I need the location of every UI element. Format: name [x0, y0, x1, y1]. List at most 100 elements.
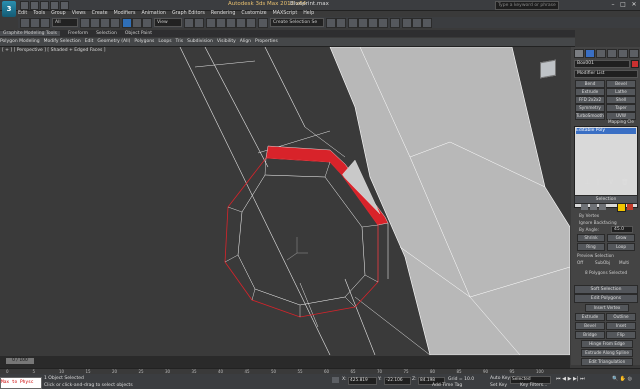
- modifier-extrude-button[interactable]: Extrude: [575, 88, 605, 96]
- close-button[interactable]: ✕: [629, 0, 639, 9]
- extrude-button[interactable]: Extrude: [575, 313, 605, 321]
- rectangular-selection-icon[interactable]: [100, 18, 110, 28]
- utilities-tab-icon[interactable]: [629, 49, 639, 58]
- key-filters-button[interactable]: Key Filters...: [520, 383, 547, 388]
- open-file-icon[interactable]: [30, 1, 39, 10]
- polygon-mode-icon[interactable]: [617, 203, 626, 212]
- menu-animation[interactable]: Animation: [141, 11, 165, 16]
- menu-help[interactable]: Help: [303, 11, 314, 16]
- motion-tab-icon[interactable]: [607, 49, 617, 58]
- redo-icon[interactable]: [60, 1, 69, 10]
- ribbon-tab-freeform[interactable]: Freeform: [68, 31, 88, 36]
- ribbon-panel-polygons[interactable]: Polygons: [134, 39, 154, 44]
- ribbon-panel-geometry-all-[interactable]: Geometry (All): [97, 39, 130, 44]
- ribbon-tab-graphite-modeling-tools[interactable]: Graphite Modeling Tools: [0, 31, 61, 36]
- modifier-uvw-button[interactable]: UVW Mapping Cle: [606, 112, 636, 124]
- graphite-toggle-icon[interactable]: [358, 18, 368, 28]
- select-object-icon[interactable]: [80, 18, 90, 28]
- menu-customize[interactable]: Customize: [241, 11, 266, 16]
- selection-filter-dropdown[interactable]: All: [52, 18, 78, 27]
- create-tab-icon[interactable]: [574, 49, 584, 58]
- menu-graph-editors[interactable]: Graph Editors: [172, 11, 205, 16]
- make-unique-icon[interactable]: ∀: [609, 179, 613, 186]
- select-scale-icon[interactable]: [142, 18, 152, 28]
- percent-snap-icon[interactable]: [236, 18, 246, 28]
- menu-group[interactable]: Group: [51, 11, 66, 16]
- edit-named-selection-icon[interactable]: [258, 18, 268, 28]
- ribbon-panel-polygon-modeling[interactable]: Polygon Modeling: [0, 39, 40, 44]
- previous-frame-icon[interactable]: ◀: [562, 376, 566, 382]
- unlink-icon[interactable]: [40, 18, 50, 28]
- modify-tab-icon[interactable]: [585, 49, 595, 58]
- rendered-frame-icon[interactable]: [412, 18, 422, 28]
- modifier-bevel-button[interactable]: Bevel: [606, 80, 636, 88]
- element-mode-icon[interactable]: [627, 204, 633, 210]
- window-crossing-icon[interactable]: [110, 18, 120, 28]
- ribbon-panel-tris[interactable]: Tris: [176, 39, 184, 44]
- menu-create[interactable]: Create: [92, 11, 108, 16]
- select-rotate-icon[interactable]: [132, 18, 142, 28]
- new-file-icon[interactable]: [20, 1, 29, 10]
- vertex-mode-icon[interactable]: [581, 204, 588, 210]
- app-logo-icon[interactable]: 3: [2, 1, 16, 17]
- layer-manager-icon[interactable]: [348, 18, 358, 28]
- mirror-icon[interactable]: [326, 18, 336, 28]
- select-by-name-icon[interactable]: [90, 18, 100, 28]
- add-time-tag[interactable]: Add Time Tag: [432, 383, 462, 388]
- ribbon-panel-loops[interactable]: Loops: [158, 39, 171, 44]
- menu-views[interactable]: Views: [72, 11, 86, 16]
- ribbon-panel-properties[interactable]: Properties: [255, 39, 278, 44]
- modifier-bend-button[interactable]: Bend: [575, 80, 605, 88]
- render-setup-icon[interactable]: [402, 18, 412, 28]
- modifier-lathe-button[interactable]: Lathe: [606, 88, 636, 96]
- lock-selection-icon[interactable]: [332, 377, 339, 383]
- ribbon-panel-visibility[interactable]: Visibility: [217, 39, 236, 44]
- edge-mode-icon[interactable]: [590, 204, 597, 210]
- minimize-button[interactable]: –: [608, 0, 618, 9]
- search-input[interactable]: Type a keyword or phrase: [495, 1, 559, 10]
- menu-maxscript[interactable]: MAXScript: [273, 11, 298, 16]
- modifier-turbosmooth-button[interactable]: TurboSmooth: [575, 112, 605, 120]
- ribbon-tab-object-paint[interactable]: Object Paint: [125, 31, 152, 36]
- object-color-swatch[interactable]: [631, 60, 639, 68]
- hierarchy-tab-icon[interactable]: [596, 49, 606, 58]
- link-icon[interactable]: [30, 18, 40, 28]
- select-move-icon[interactable]: [122, 18, 132, 28]
- viewcube-icon[interactable]: [540, 59, 556, 79]
- shrink-button[interactable]: Shrink: [577, 234, 605, 242]
- ribbon-panel-modify-selection[interactable]: Modify Selection: [44, 39, 81, 44]
- edit-polygons-rollout-header[interactable]: Edit Polygons: [574, 294, 638, 303]
- grow-button[interactable]: Grow: [607, 234, 635, 242]
- inset-button[interactable]: Inset: [606, 322, 636, 330]
- reference-coordinate-dropdown[interactable]: View: [154, 18, 182, 27]
- object-name-field[interactable]: Box001: [574, 60, 630, 68]
- save-file-icon[interactable]: [40, 1, 49, 10]
- modifier-shell-button[interactable]: Shell: [606, 96, 636, 104]
- angle-snap-icon[interactable]: [226, 18, 236, 28]
- by-angle-checkbox[interactable]: By Angle:: [579, 227, 599, 232]
- insert-vertex-button[interactable]: Insert Vertex: [585, 304, 629, 312]
- ignore-backfacing-checkbox[interactable]: Ignore Backfacing: [579, 220, 617, 225]
- viewport-label[interactable]: [ + ] [ Perspective ] [ Shaded + Edged F…: [2, 48, 106, 53]
- extrude-along-spline-button[interactable]: Extrude Along Spline: [581, 349, 633, 357]
- x-coordinate-field[interactable]: 425.819: [348, 377, 377, 385]
- named-selection-dropdown[interactable]: Create Selection Se: [270, 18, 324, 27]
- zoom-icon[interactable]: 🔍: [612, 376, 618, 382]
- ribbon-panel-align[interactable]: Align: [240, 39, 251, 44]
- auto-key-button[interactable]: Auto Key: [490, 376, 510, 381]
- menu-rendering[interactable]: Rendering: [211, 11, 236, 16]
- selection-rollout-header[interactable]: Selection: [574, 195, 638, 204]
- flip-button[interactable]: Flip: [606, 331, 636, 339]
- by-vertex-checkbox[interactable]: By Vertex: [579, 213, 599, 218]
- select-manipulate-icon[interactable]: [194, 18, 204, 28]
- preview-multi-radio[interactable]: Multi: [619, 260, 629, 265]
- loop-button[interactable]: Loop: [607, 243, 635, 251]
- bevel-button[interactable]: Bevel: [575, 322, 605, 330]
- pivot-center-icon[interactable]: [184, 18, 194, 28]
- ribbon-panel-edit[interactable]: Edit: [85, 39, 94, 44]
- spinner-snap-icon[interactable]: [246, 18, 256, 28]
- curve-editor-icon[interactable]: [368, 18, 378, 28]
- orbit-icon[interactable]: ◎: [628, 376, 632, 382]
- show-end-result-icon[interactable]: |: [597, 179, 599, 186]
- schematic-view-icon[interactable]: [378, 18, 388, 28]
